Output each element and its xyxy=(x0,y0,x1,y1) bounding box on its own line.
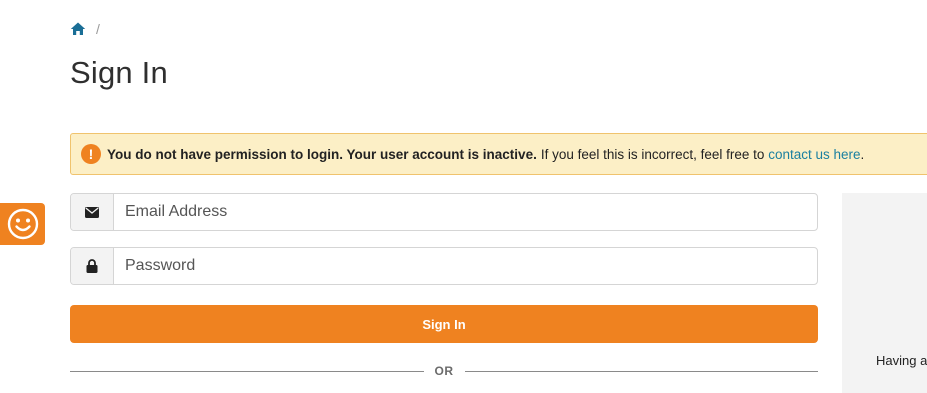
help-side-panel: Having a xyxy=(842,193,927,393)
exclamation-icon: ! xyxy=(81,144,101,164)
password-input-group xyxy=(70,247,818,285)
email-field[interactable] xyxy=(114,194,817,230)
page-title: Sign In xyxy=(70,55,168,90)
divider-line-right xyxy=(464,370,818,372)
smiley-icon xyxy=(7,208,38,240)
home-link[interactable] xyxy=(70,21,86,37)
password-addon xyxy=(71,248,114,284)
inactive-account-alert: ! You do not have permission to login. Y… xyxy=(70,133,927,175)
lock-icon xyxy=(86,259,98,273)
email-input-group xyxy=(70,193,818,231)
password-field[interactable] xyxy=(114,248,817,284)
feedback-tab[interactable] xyxy=(0,203,45,245)
alert-bold-text: You do not have permission to login. You… xyxy=(107,146,537,162)
or-label: OR xyxy=(434,364,454,378)
home-icon xyxy=(70,22,86,35)
envelope-icon xyxy=(85,206,99,218)
or-divider: OR xyxy=(70,362,818,380)
email-addon xyxy=(71,194,114,230)
alert-trailing: . xyxy=(860,146,865,162)
breadcrumb: / xyxy=(70,20,100,38)
help-text: Having a xyxy=(876,353,927,368)
divider-line-left xyxy=(70,370,424,372)
sign-in-button[interactable]: Sign In xyxy=(70,305,818,343)
alert-text: If you feel this is incorrect, feel free… xyxy=(540,146,765,162)
contact-us-link[interactable]: contact us here xyxy=(768,147,860,162)
breadcrumb-separator: / xyxy=(96,21,100,37)
